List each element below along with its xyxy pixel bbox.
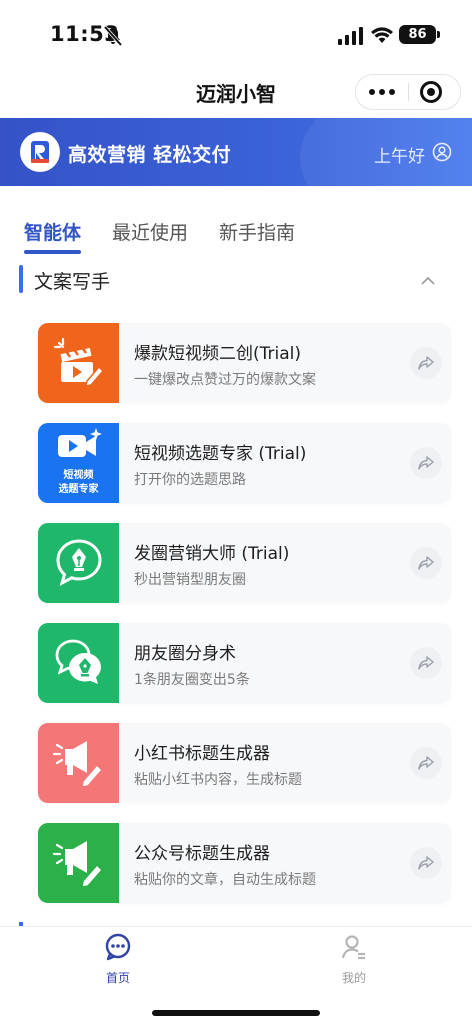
tab-agents[interactable]: 智能体 (24, 218, 81, 245)
share-arrow-icon (418, 556, 434, 570)
tab-recent[interactable]: 最近使用 (112, 218, 188, 245)
share-button[interactable] (410, 747, 442, 779)
tab-guide[interactable]: 新手指南 (219, 218, 295, 245)
nav-profile-label: 我的 (341, 971, 366, 985)
agent-subtitle: 打开你的选题思路 (134, 472, 246, 488)
share-button[interactable] (410, 447, 442, 479)
bottom-tab-bar: 首页 我的 (0, 926, 472, 1024)
close-miniprogram-button[interactable] (420, 81, 442, 103)
share-arrow-icon (418, 756, 434, 770)
share-arrow-icon (418, 456, 434, 470)
megaphone-pencil-icon (52, 741, 103, 788)
icon-label-line2: 选题专家 (58, 484, 99, 495)
agent-icon-tile: 短视频 选题专家 (38, 423, 119, 503)
double-chat-pen-icon (55, 639, 101, 684)
battery-tip (437, 31, 440, 38)
category-tabs: 智能体 最近使用 新手指南 (0, 206, 472, 256)
app-logo (20, 132, 60, 172)
section-title: 文案写手 (34, 271, 111, 293)
agent-subtitle: 一键爆改点赞过万的爆款文案 (134, 372, 316, 388)
agent-title: 爆款短视频二创(Trial) (134, 344, 302, 364)
nav-home[interactable]: 首页 (78, 933, 158, 986)
agent-subtitle: 粘贴小红书内容，生成标题 (134, 772, 302, 788)
nav-home-label: 首页 (105, 971, 130, 985)
agent-card[interactable]: 小红书标题生成器 粘贴小红书内容，生成标题 (38, 723, 451, 803)
share-button[interactable] (410, 847, 442, 879)
agent-title: 小红书标题生成器 (134, 744, 270, 764)
agent-card[interactable]: 朋友圈分身术 1条朋友圈变出5条 (38, 623, 451, 703)
share-button[interactable] (410, 547, 442, 579)
share-button[interactable] (410, 347, 442, 379)
agent-card[interactable]: 公众号标题生成器 粘贴你的文章，自动生成标题 (38, 823, 451, 903)
agent-subtitle: 粘贴你的文章，自动生成标题 (134, 872, 316, 888)
agent-subtitle: 秒出营销型朋友圈 (134, 572, 246, 588)
agent-icon-tile (38, 723, 119, 803)
share-arrow-icon (418, 656, 434, 670)
agent-title: 公众号标题生成器 (134, 844, 270, 864)
agent-title: 发圈营销大师 (Trial) (134, 544, 290, 564)
wifi-icon (371, 27, 393, 43)
agent-subtitle: 1条朋友圈变出5条 (134, 672, 250, 688)
logo-r-icon (31, 141, 49, 163)
share-arrow-icon (418, 356, 434, 370)
capsule-divider (408, 83, 409, 101)
welcome-banner: 高效营销 轻松交付 上午好 (0, 118, 472, 186)
battery-indicator: 86 (399, 25, 436, 44)
signal-icon (338, 27, 363, 45)
home-indicator (152, 1010, 320, 1016)
clapperboard-pencil-icon (53, 337, 104, 387)
miniprogram-capsule (355, 74, 461, 110)
agent-title: 朋友圈分身术 (134, 644, 236, 664)
megaphone-pencil-icon (52, 841, 103, 888)
chat-bubble-icon (105, 933, 131, 961)
agent-icon-tile (38, 523, 119, 603)
agent-icon-tile (38, 823, 119, 903)
chevron-up-icon[interactable] (420, 276, 436, 286)
agent-title: 短视频选题专家 (Trial) (134, 444, 307, 464)
agent-card[interactable]: 短视频 选题专家 短视频选题专家 (Trial) 打开你的选题思路 (38, 423, 451, 503)
agent-card[interactable]: 发圈营销大师 (Trial) 秒出营销型朋友圈 (38, 523, 451, 603)
section-accent-bar (19, 265, 23, 293)
nav-profile[interactable]: 我的 (314, 933, 394, 986)
status-bar: 11:53 86 (0, 0, 472, 66)
banner-slogan: 高效营销 轻松交付 (68, 144, 232, 166)
share-button[interactable] (410, 647, 442, 679)
active-tab-indicator (24, 250, 81, 254)
share-arrow-icon (418, 856, 434, 870)
bell-muted-icon (103, 25, 123, 47)
more-options-button[interactable] (356, 75, 408, 109)
agent-icon-tile (38, 323, 119, 403)
pen-speech-bubble-icon (55, 539, 102, 586)
icon-label-line1: 短视频 (63, 470, 94, 481)
agent-card[interactable]: 爆款短视频二创(Trial) 一键爆改点赞过万的爆款文案 (38, 323, 451, 403)
navigation-bar: 迈润小智 (0, 66, 472, 118)
user-icon (341, 935, 365, 960)
agent-icon-tile (38, 623, 119, 703)
greeting-text: 上午好 (374, 147, 425, 167)
user-circle-icon[interactable] (432, 142, 452, 162)
